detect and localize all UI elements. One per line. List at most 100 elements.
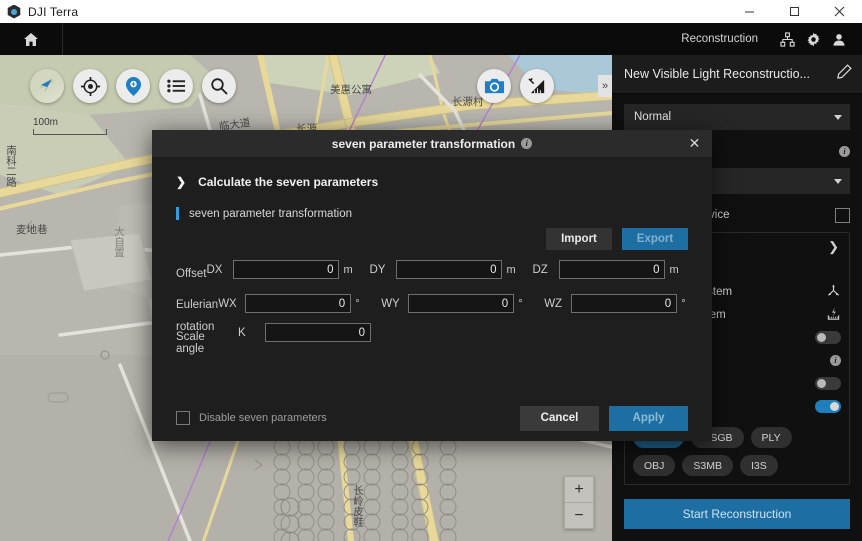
section-accent-bar <box>176 207 179 220</box>
map-layer-thumbnail-icon <box>39 79 55 93</box>
list-icon <box>166 79 185 93</box>
dy-label: DY <box>369 263 386 276</box>
import-export-row: Import Export <box>176 228 688 250</box>
dx-label: DX <box>206 263 223 276</box>
disable-seven-parameters-label: Disable seven parameters <box>199 412 327 424</box>
reconstruction-mode-select[interactable]: Normal <box>624 104 850 130</box>
section-header: seven parameter transformation <box>176 207 688 220</box>
option-toggle-b[interactable] <box>815 400 841 413</box>
calculate-parameters-accordion[interactable]: ❯ Calculate the seven parameters <box>176 175 688 189</box>
wz-unit: ° <box>681 297 686 310</box>
mode-label: Reconstruction <box>681 33 758 45</box>
locate-button[interactable] <box>73 69 107 103</box>
chevron-down-icon <box>834 178 842 184</box>
k-label: K <box>238 326 246 339</box>
control-device-checkbox[interactable] <box>835 207 850 223</box>
wz-label: WZ <box>544 297 563 310</box>
measure-button[interactable] <box>520 69 554 103</box>
format-chip-ply[interactable]: PLY <box>750 427 792 448</box>
map-label: 麦地巷 <box>16 224 48 236</box>
zoom-in-button[interactable]: + <box>565 477 593 502</box>
info-icon[interactable]: i <box>521 138 533 149</box>
apply-button[interactable]: Apply <box>609 405 688 431</box>
field-group-wz: WZ 0 ° <box>544 294 690 313</box>
zoom-out-button[interactable]: − <box>565 502 593 528</box>
wx-input[interactable]: 0 <box>245 294 352 313</box>
panel-title: New Visible Light Reconstructio... <box>624 67 810 81</box>
window-title-bar: DJI Terra <box>0 0 862 23</box>
dy-input[interactable]: 0 <box>396 260 503 279</box>
field-group-dy: DY 0 m <box>369 260 516 279</box>
wy-label: WY <box>381 297 400 310</box>
maximize-icon[interactable] <box>772 0 817 23</box>
cancel-button[interactable]: Cancel <box>520 405 599 431</box>
import-coordinate-icon[interactable] <box>826 306 841 324</box>
calculate-parameters-label: Calculate the seven parameters <box>198 175 379 189</box>
scale-label: Scale <box>176 331 205 343</box>
home-button[interactable] <box>0 23 63 55</box>
field-group-wx: WX 0 ° <box>218 294 364 313</box>
locate-target-icon <box>80 76 100 96</box>
format-chip-obj[interactable]: OBJ <box>633 455 676 476</box>
map-toolbar-right <box>477 69 554 103</box>
format-chip-i3s[interactable]: I3S <box>740 455 778 476</box>
wz-input[interactable]: 0 <box>571 294 678 313</box>
search-button[interactable] <box>202 69 236 103</box>
dx-input[interactable]: 0 <box>233 260 340 279</box>
origin-toggle[interactable] <box>815 331 841 344</box>
start-reconstruction-button[interactable]: Start Reconstruction <box>624 499 850 529</box>
map-label: 南科二路 <box>5 145 17 187</box>
field-group-dz: DZ 0 m <box>532 260 679 279</box>
chevron-right-icon: ❯ <box>176 175 187 189</box>
list-button[interactable] <box>159 69 193 103</box>
map-toolbar-left <box>30 69 236 103</box>
pencil-icon[interactable] <box>837 64 852 84</box>
minimize-icon[interactable] <box>727 0 772 23</box>
disable-seven-parameters-row[interactable]: Disable seven parameters <box>176 411 510 425</box>
scale-row: Scale K 0 <box>176 323 688 348</box>
info-icon[interactable]: i <box>839 145 850 157</box>
field-group-wy: WY 0 ° <box>381 294 527 313</box>
close-icon[interactable] <box>817 0 862 23</box>
k-input[interactable]: 0 <box>265 323 371 342</box>
search-icon <box>211 78 228 95</box>
dialog-close-button[interactable]: ✕ <box>685 134 704 153</box>
basemap-toggle[interactable] <box>30 69 64 103</box>
axes-icon[interactable] <box>826 283 841 301</box>
seven-parameter-dialog: seven parameter transformation i ✕ ❯ Cal… <box>152 130 712 441</box>
cluster-icon[interactable] <box>774 23 800 55</box>
app-header: Reconstruction <box>0 23 862 55</box>
map-scale: 100m <box>33 117 107 135</box>
map-label: 大自置 <box>113 226 125 258</box>
window-title: DJI Terra <box>28 4 79 19</box>
eulerian-label-line-1: Eulerian <box>176 299 219 311</box>
map-pin-icon <box>125 76 141 96</box>
dz-label: DZ <box>532 263 548 276</box>
map-scale-label: 100m <box>33 117 59 128</box>
wy-input[interactable]: 0 <box>408 294 515 313</box>
photo-button[interactable] <box>477 69 511 103</box>
offset-label: Offset <box>176 268 207 280</box>
gear-icon[interactable] <box>800 23 826 55</box>
map-label: 美惠公寓 <box>330 84 372 96</box>
export-button[interactable]: Export <box>622 228 688 250</box>
import-button[interactable]: Import <box>546 228 612 250</box>
marker-button[interactable] <box>116 69 150 103</box>
panel-header: New Visible Light Reconstructio... <box>612 55 862 94</box>
panel-collapse-toggle[interactable]: » <box>598 75 612 97</box>
dji-logo-icon <box>7 4 21 19</box>
dz-input[interactable]: 0 <box>559 260 666 279</box>
panel-footer: Start Reconstruction <box>612 489 862 541</box>
format-chip-s3mb[interactable]: S3MB <box>682 455 734 476</box>
wy-unit: ° <box>518 297 523 310</box>
dz-unit: m <box>669 263 679 276</box>
account-icon[interactable] <box>826 23 852 55</box>
camera-icon <box>484 78 504 94</box>
info-icon[interactable]: i <box>830 355 841 366</box>
option-toggle-a[interactable] <box>815 377 841 390</box>
reconstruction-mode-value: Normal <box>634 111 672 123</box>
wx-unit: ° <box>355 297 360 310</box>
ruler-icon <box>527 77 544 93</box>
wx-label: WX <box>218 297 237 310</box>
disable-seven-parameters-checkbox[interactable] <box>176 411 190 425</box>
